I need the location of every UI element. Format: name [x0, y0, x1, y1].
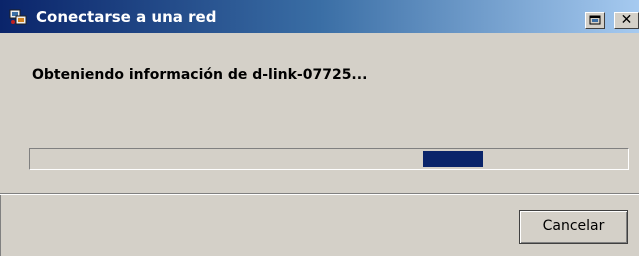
progress-marquee-block — [423, 151, 483, 167]
progress-bar — [29, 148, 629, 170]
network-connect-icon — [9, 9, 27, 25]
cancel-button[interactable]: Cancelar — [519, 210, 628, 244]
status-text: Obteniendo información de d-link-07725..… — [32, 67, 368, 83]
title-bar[interactable]: Conectarse a una red ✕ — [0, 0, 639, 33]
window-title: Conectarse a una red — [36, 8, 217, 26]
restore-window-icon[interactable] — [585, 12, 605, 29]
close-icon[interactable]: ✕ — [614, 12, 639, 29]
